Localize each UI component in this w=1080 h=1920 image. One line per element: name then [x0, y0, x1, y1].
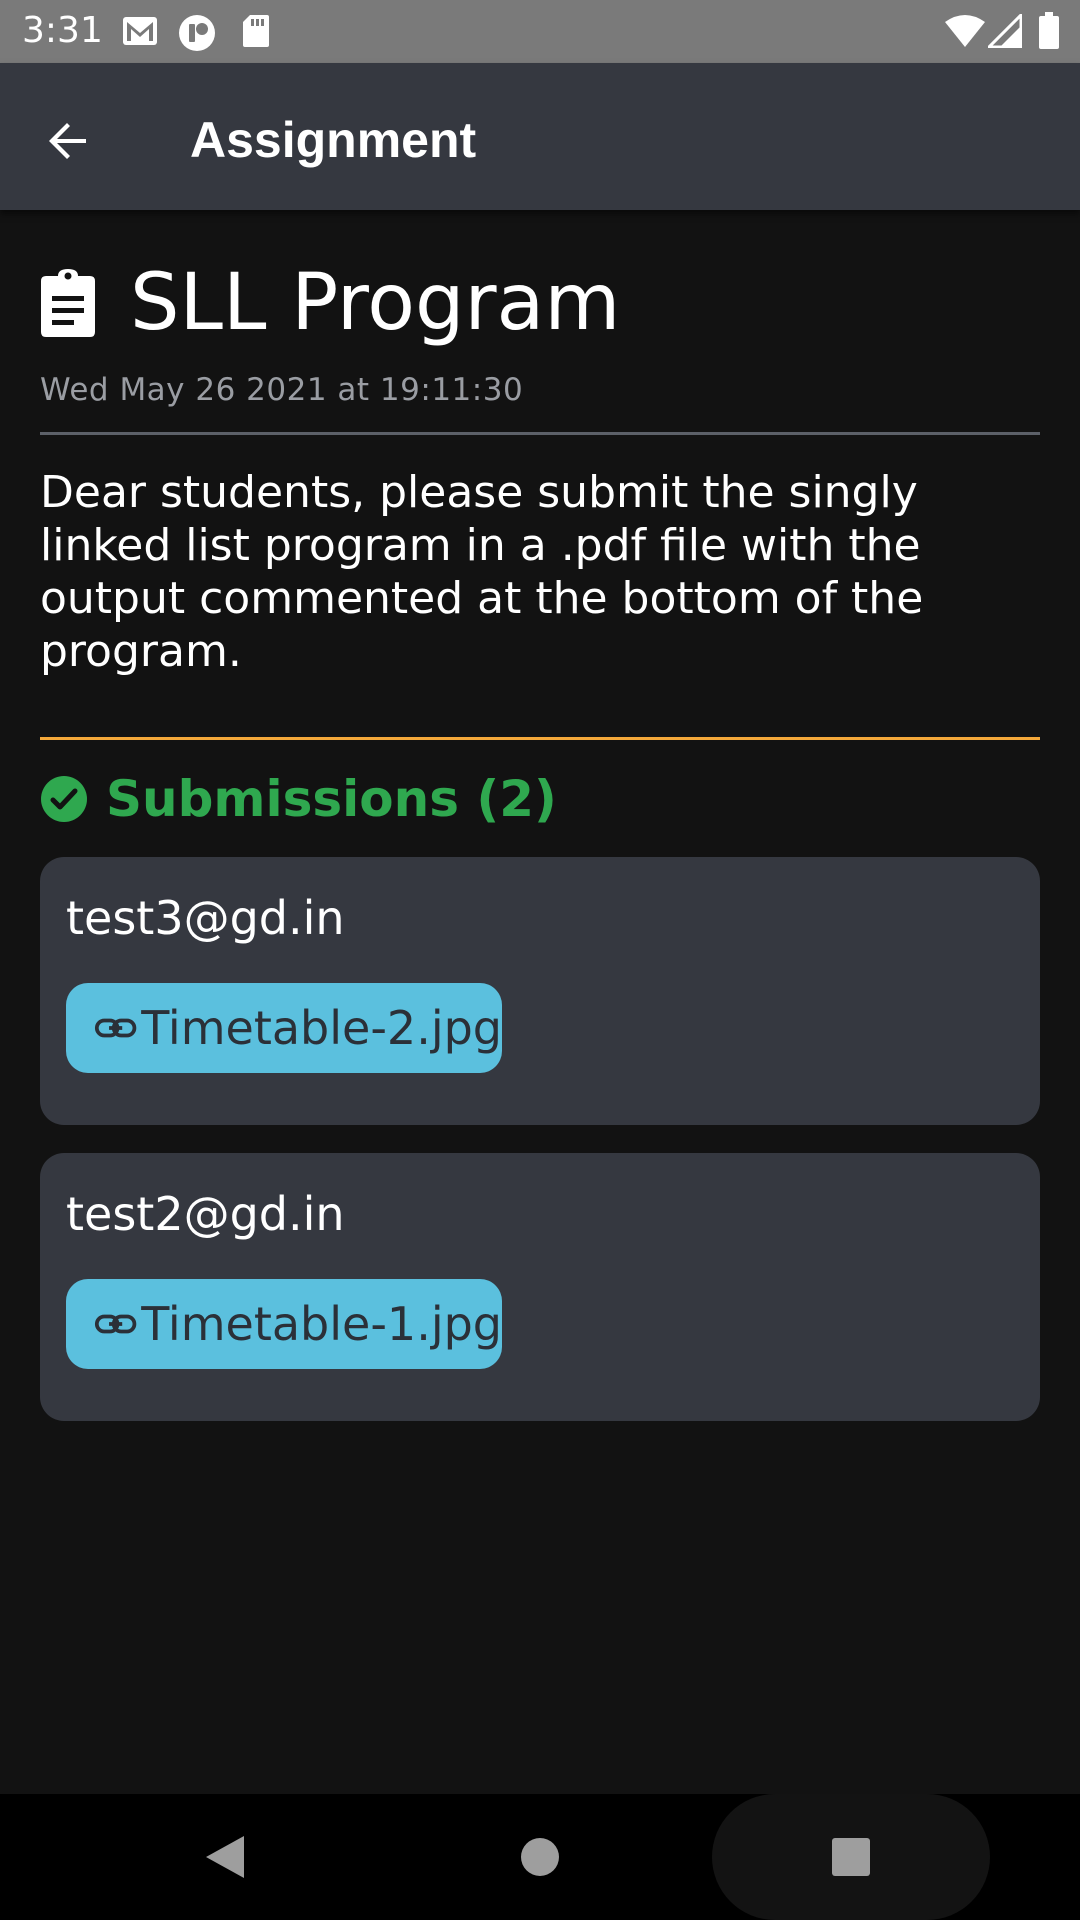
file-attachment-chip[interactable]: Timetable-2.jpg	[66, 983, 502, 1073]
notification-app-icon	[179, 15, 215, 51]
system-nav-bar	[0, 1794, 1080, 1920]
link-icon	[94, 1018, 137, 1038]
sd-card-icon	[243, 15, 269, 47]
app-bar: Assignment	[0, 63, 1080, 210]
back-button[interactable]	[28, 101, 108, 181]
assignment-header: SLL Program	[40, 258, 620, 348]
divider-accent	[40, 737, 1040, 740]
wifi-icon	[945, 15, 985, 47]
arrow-back-icon	[49, 123, 86, 159]
assignment-description: Dear students, please submit the singly …	[40, 467, 924, 677]
assignment-date: Wed May 26 2021 at 19:11:30	[40, 372, 524, 408]
file-name: Timetable-1.jpg	[141, 1297, 502, 1351]
check-circle-icon	[41, 776, 87, 822]
submission-email: test3@gd.in	[66, 891, 345, 945]
submission-email: test2@gd.in	[66, 1187, 345, 1241]
page-title: Assignment	[190, 112, 477, 168]
submissions-header: Submissions (2)	[40, 770, 557, 828]
submissions-title: Submissions (2)	[106, 770, 557, 828]
gmail-icon	[123, 17, 157, 45]
back-triangle-icon[interactable]	[204, 1834, 246, 1880]
submission-card: test3@gd.in Timetable-2.jpg	[40, 857, 1040, 1125]
submission-card: test2@gd.in Timetable-1.jpg	[40, 1153, 1040, 1421]
cell-signal-icon	[988, 14, 1022, 48]
status-time: 3:31	[22, 10, 103, 51]
recents-square-icon[interactable]	[831, 1837, 871, 1877]
home-circle-icon[interactable]	[519, 1836, 561, 1878]
assignment-title: SLL Program	[130, 258, 621, 348]
file-name: Timetable-2.jpg	[141, 1001, 502, 1055]
divider	[40, 432, 1040, 435]
clipboard-icon	[41, 269, 95, 337]
status-bar: 3:31	[0, 0, 1080, 63]
link-icon	[94, 1314, 137, 1334]
battery-icon	[1039, 12, 1059, 49]
file-attachment-chip[interactable]: Timetable-1.jpg	[66, 1279, 502, 1369]
